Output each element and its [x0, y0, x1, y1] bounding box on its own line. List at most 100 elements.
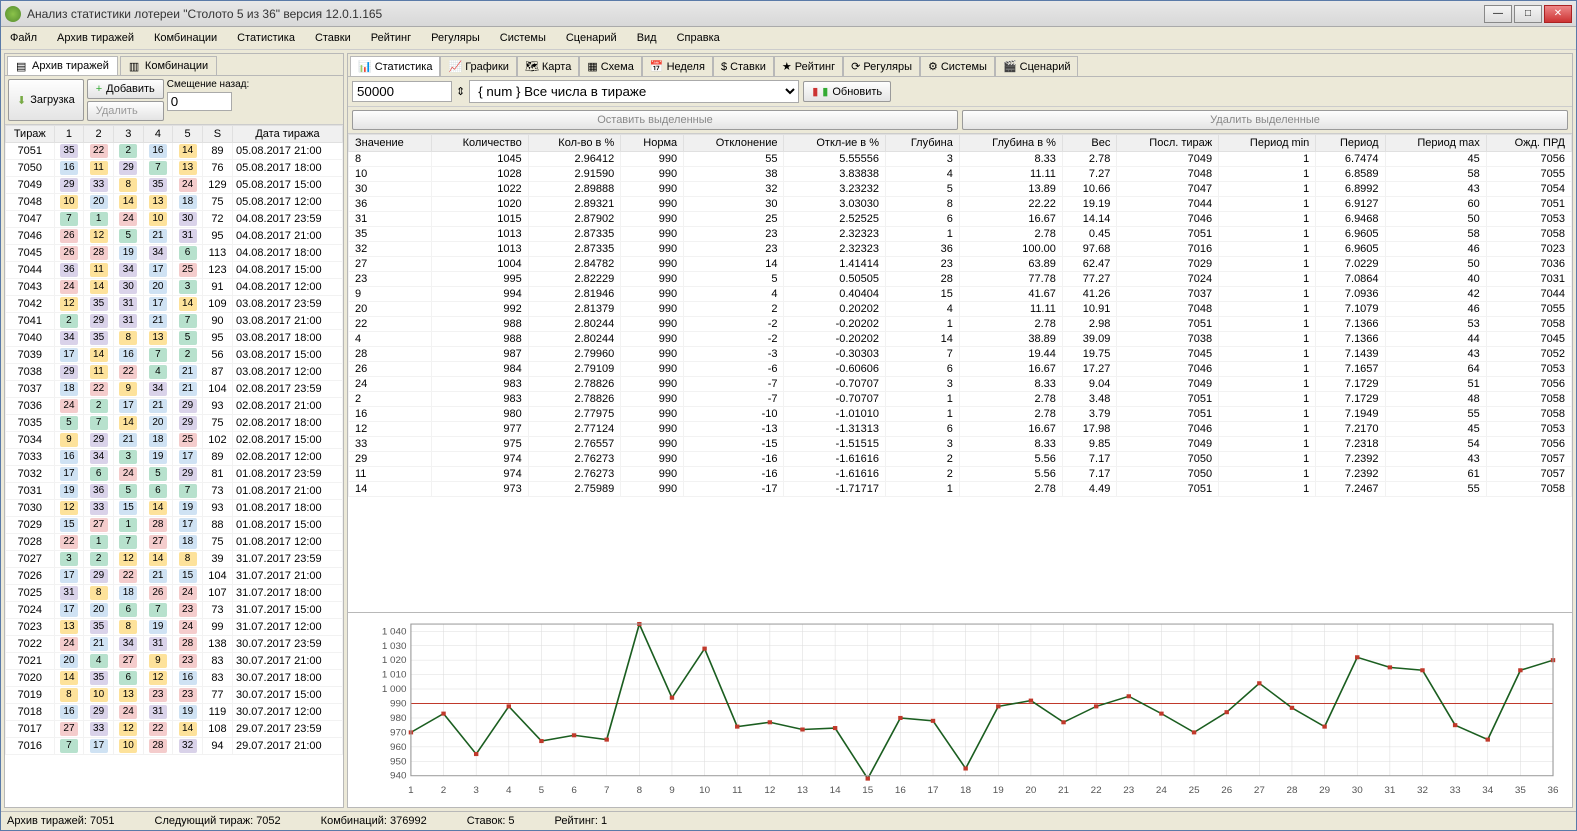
- table-row[interactable]: 269842.79109990-6-0.60606616.6717.277046…: [349, 362, 1572, 377]
- table-row[interactable]: 704810201413187505.08.2017 12:00: [6, 194, 343, 211]
- table-row[interactable]: 99942.8194699040.404041541.6741.26703717…: [349, 287, 1572, 302]
- arch-header[interactable]: 5: [173, 126, 203, 143]
- table-row[interactable]: 7026172922211510431.07.2017 21:00: [6, 568, 343, 585]
- menu-Справка[interactable]: Справка: [674, 30, 723, 46]
- stat-header[interactable]: Норма: [621, 135, 684, 152]
- table-row[interactable]: 3110152.87902990252.52525616.6714.147046…: [349, 212, 1572, 227]
- stat-header[interactable]: Ожд. ПРД: [1486, 135, 1571, 152]
- table-row[interactable]: 70291527128178801.08.2017 15:00: [6, 517, 343, 534]
- menu-Комбинации[interactable]: Комбинации: [151, 30, 220, 46]
- table-row[interactable]: 70198101323237730.07.2017 15:00: [6, 687, 343, 704]
- tab-Ставки[interactable]: $Ставки: [713, 56, 774, 76]
- keep-selected-button[interactable]: Оставить выделенные: [352, 110, 958, 130]
- stat-header[interactable]: Глубина в %: [959, 135, 1062, 152]
- stat-header[interactable]: Глубина: [886, 135, 960, 152]
- menu-Сценарий[interactable]: Сценарий: [563, 30, 620, 46]
- table-row[interactable]: 703718229342110402.08.2017 23:59: [6, 381, 343, 398]
- menu-Регуляры[interactable]: Регуляры: [428, 30, 483, 46]
- table-row[interactable]: 702732121483931.07.2017 23:59: [6, 551, 343, 568]
- table-row[interactable]: 70201435612168330.07.2017 18:00: [6, 670, 343, 687]
- table-row[interactable]: 810452.96412990555.5555638.332.78704916.…: [349, 152, 1572, 167]
- spinner-buttons-icon[interactable]: ⇕: [456, 85, 465, 98]
- close-button[interactable]: ✕: [1544, 5, 1572, 23]
- tab-Схема[interactable]: ▦Схема: [579, 56, 642, 76]
- delete-selected-button[interactable]: Удалить выделенные: [962, 110, 1568, 130]
- table-row[interactable]: 7039171416725603.08.2017 15:00: [6, 347, 343, 364]
- stat-header[interactable]: Период max: [1385, 135, 1486, 152]
- table-row[interactable]: 70331634319178902.08.2017 12:00: [6, 449, 343, 466]
- tab-Статистика[interactable]: 📊Статистика: [350, 56, 440, 76]
- table-row[interactable]: 703492921182510202.08.2017 15:00: [6, 432, 343, 449]
- menu-Системы[interactable]: Системы: [497, 30, 549, 46]
- refresh-button[interactable]: ▮▮ Обновить: [803, 81, 891, 102]
- table-row[interactable]: 7042123531171410903.08.2017 23:59: [6, 296, 343, 313]
- table-row[interactable]: 702531818262410731.07.2017 18:00: [6, 585, 343, 602]
- table-row[interactable]: 7022242134312813830.07.2017 23:59: [6, 636, 343, 653]
- table-row[interactable]: 289872.79960990-3-0.30303719.4419.757045…: [349, 347, 1572, 362]
- table-row[interactable]: 3010222.89888990323.23232513.8910.667047…: [349, 182, 1572, 197]
- stat-header[interactable]: Отклонение: [684, 135, 784, 152]
- table-row[interactable]: 70432414302039104.08.2017 12:00: [6, 279, 343, 296]
- table-row[interactable]: 49882.80244990-2-0.202021438.8939.097038…: [349, 332, 1572, 347]
- delete-button[interactable]: Удалить: [87, 101, 164, 121]
- stat-header[interactable]: Период min: [1219, 135, 1316, 152]
- menu-Вид[interactable]: Вид: [634, 30, 660, 46]
- stat-grid[interactable]: ЗначениеКоличествоКол-во в %НормаОтклоне…: [348, 134, 1572, 612]
- table-row[interactable]: 70362421721299302.08.2017 21:00: [6, 398, 343, 415]
- stat-header[interactable]: Период: [1316, 135, 1385, 152]
- arch-header[interactable]: 2: [84, 126, 114, 143]
- arch-header[interactable]: 1: [54, 126, 84, 143]
- table-row[interactable]: 7018162924311911930.07.2017 12:00: [6, 704, 343, 721]
- table-row[interactable]: 149732.75989990-17-1.7171712.784.4970511…: [349, 482, 1572, 497]
- table-row[interactable]: 70513522216148905.08.2017 21:00: [6, 143, 343, 160]
- tab-Сценарий[interactable]: 🎬Сценарий: [995, 56, 1079, 76]
- menu-Ставки[interactable]: Ставки: [312, 30, 354, 46]
- tab-Регуляры[interactable]: ⟳Регуляры: [843, 56, 920, 76]
- table-row[interactable]: 7024172067237331.07.2017 15:00: [6, 602, 343, 619]
- table-row[interactable]: 7035571420297502.08.2017 18:00: [6, 415, 343, 432]
- tab-Рейтинг[interactable]: ★Рейтинг: [774, 56, 843, 76]
- table-row[interactable]: 239952.8222999050.505052877.7877.2770241…: [349, 272, 1572, 287]
- table-row[interactable]: 7028221727187501.08.2017 12:00: [6, 534, 343, 551]
- table-row[interactable]: 704929338352412905.08.2017 15:00: [6, 177, 343, 194]
- arch-header[interactable]: S: [202, 126, 232, 143]
- arch-header[interactable]: Дата тиража: [232, 126, 342, 143]
- table-row[interactable]: 229882.80244990-2-0.2020212.782.98705117…: [349, 317, 1572, 332]
- table-row[interactable]: 703119365677301.08.2017 21:00: [6, 483, 343, 500]
- table-row[interactable]: 7040343581359503.08.2017 18:00: [6, 330, 343, 347]
- arch-header[interactable]: 4: [143, 126, 173, 143]
- table-row[interactable]: 70462612521319504.08.2017 21:00: [6, 228, 343, 245]
- table-row[interactable]: 703012331514199301.08.2017 18:00: [6, 500, 343, 517]
- menu-Статистика[interactable]: Статистика: [234, 30, 298, 46]
- table-row[interactable]: 70501611297137605.08.2017 18:00: [6, 160, 343, 177]
- stat-header[interactable]: Откл-ие в %: [784, 135, 886, 152]
- table-row[interactable]: 299742.76273990-16-1.6161625.567.1770501…: [349, 452, 1572, 467]
- tab-Карта[interactable]: 🗺Карта: [517, 56, 579, 76]
- load-button[interactable]: ⬇ Загрузка: [8, 79, 84, 121]
- tab-Системы[interactable]: ⚙Системы: [920, 56, 995, 76]
- stat-header[interactable]: Вес: [1062, 135, 1116, 152]
- maximize-button[interactable]: □: [1514, 5, 1542, 23]
- table-row[interactable]: 704526281934611304.08.2017 18:00: [6, 245, 343, 262]
- arch-header[interactable]: Тираж: [6, 126, 55, 143]
- arch-header[interactable]: 3: [113, 126, 143, 143]
- tab-Графики[interactable]: 📈Графики: [440, 56, 516, 76]
- table-row[interactable]: 7047712410307204.08.2017 23:59: [6, 211, 343, 228]
- table-row[interactable]: 209922.8137999020.20202411.1110.91704817…: [349, 302, 1572, 317]
- add-button[interactable]: + Добавить: [87, 79, 164, 99]
- offset-input[interactable]: [167, 92, 232, 111]
- table-row[interactable]: 29832.78826990-7-0.7070712.783.48705117.…: [349, 392, 1572, 407]
- stat-header[interactable]: Значение: [349, 135, 432, 152]
- tab-combinations[interactable]: ▥ Комбинации: [120, 56, 217, 75]
- minimize-button[interactable]: —: [1484, 5, 1512, 23]
- table-row[interactable]: 3610202.89321990303.03030822.2219.197044…: [349, 197, 1572, 212]
- table-row[interactable]: 7021204279238330.07.2017 21:00: [6, 653, 343, 670]
- table-row[interactable]: 339752.76557990-15-1.5151538.339.8570491…: [349, 437, 1572, 452]
- table-row[interactable]: 119742.76273990-16-1.6161625.567.1770501…: [349, 467, 1572, 482]
- stat-header[interactable]: Кол-во в %: [528, 135, 621, 152]
- table-row[interactable]: 2710042.84782990141.414142363.8962.47702…: [349, 257, 1572, 272]
- stat-header[interactable]: Посл. тираж: [1117, 135, 1219, 152]
- stat-header[interactable]: Количество: [431, 135, 528, 152]
- table-row[interactable]: 7044361134172512304.08.2017 15:00: [6, 262, 343, 279]
- table-row[interactable]: 7032176245298101.08.2017 23:59: [6, 466, 343, 483]
